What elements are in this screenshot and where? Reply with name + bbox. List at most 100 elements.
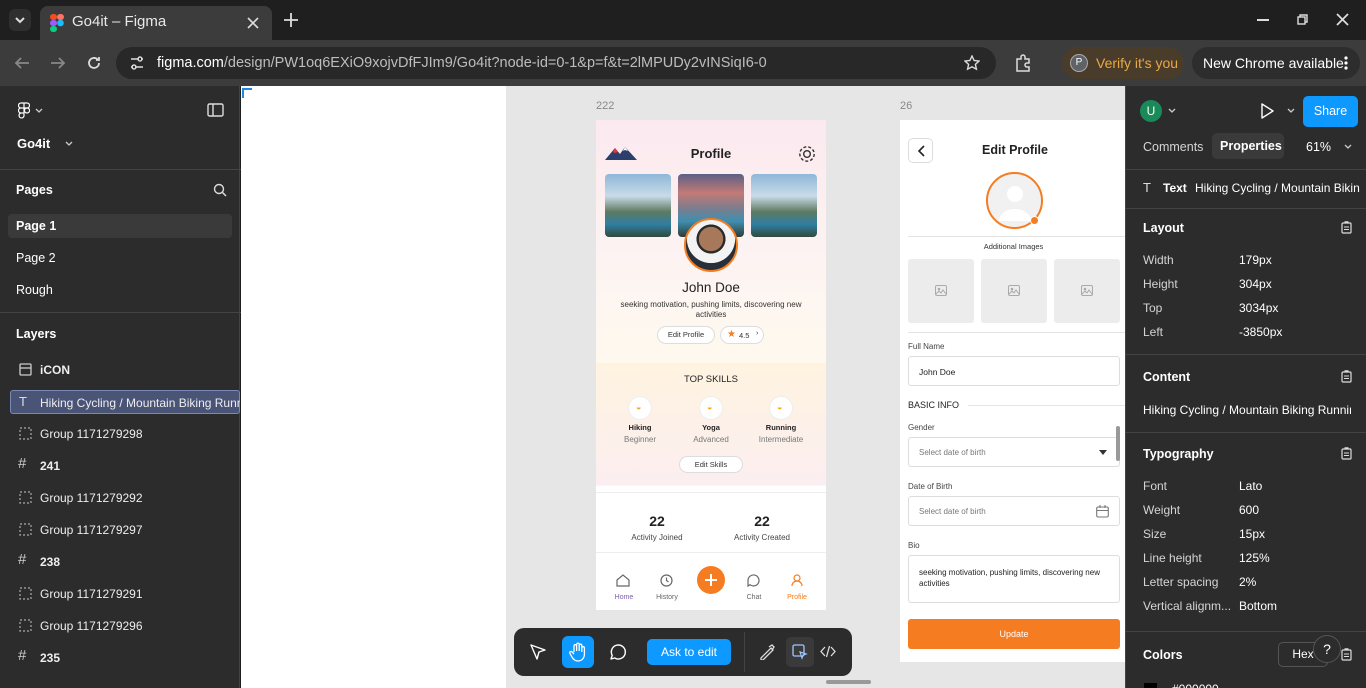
- layer-item[interactable]: # 235: [10, 646, 240, 670]
- copy-icon[interactable]: [1341, 370, 1352, 383]
- create-activity-button[interactable]: [697, 566, 725, 594]
- url-host: figma.com: [157, 55, 224, 71]
- help-button[interactable]: ?: [1313, 635, 1341, 663]
- prop-value: 3034px: [1239, 301, 1279, 315]
- image-slot[interactable]: [1054, 259, 1120, 323]
- image-slot[interactable]: [981, 259, 1047, 323]
- layer-item[interactable]: Group 1171279296: [10, 614, 240, 638]
- divider: [1126, 208, 1366, 209]
- tab-properties[interactable]: Properties: [1212, 133, 1284, 159]
- draw-tool-icon[interactable]: [759, 644, 776, 660]
- layer-item[interactable]: Group 1171279292: [10, 486, 240, 510]
- copy-icon[interactable]: [1341, 221, 1352, 234]
- verify-identity-chip[interactable]: P Verify it's you: [1062, 47, 1184, 79]
- tab-search-button[interactable]: [9, 9, 31, 31]
- search-icon[interactable]: [213, 183, 227, 197]
- edit-skills-button[interactable]: Edit Skills: [679, 456, 743, 473]
- profile-icon[interactable]: [791, 574, 803, 587]
- layer-item[interactable]: # 238: [10, 550, 240, 574]
- figma-menu-icon[interactable]: [18, 102, 30, 119]
- color-value[interactable]: #000000: [1172, 682, 1219, 688]
- gear-icon[interactable]: [797, 144, 817, 164]
- chevron-left-icon: [917, 145, 925, 157]
- edit-profile-screen[interactable]: Edit Profile Additional Images Full Name…: [900, 120, 1125, 662]
- dev-mode-icon[interactable]: [820, 645, 836, 658]
- layer-item[interactable]: Group 1171279291: [10, 582, 240, 606]
- history-icon[interactable]: [660, 574, 673, 587]
- minimize-icon[interactable]: [1257, 19, 1269, 21]
- vertical-scrollbar[interactable]: [1116, 426, 1120, 461]
- dob-placeholder: Select date of birth: [919, 507, 986, 516]
- frame-label[interactable]: 26: [900, 100, 912, 112]
- ask-to-edit-button[interactable]: Ask to edit: [647, 639, 731, 665]
- user-avatar[interactable]: U: [1140, 100, 1162, 122]
- divider: [744, 632, 745, 672]
- copy-icon[interactable]: [1341, 447, 1352, 460]
- calendar-icon[interactable]: [1096, 505, 1109, 518]
- new-chrome-available-button[interactable]: New Chrome available: [1192, 47, 1360, 79]
- nav-profile-label[interactable]: Profile: [781, 594, 813, 601]
- page-item-rough[interactable]: Rough: [8, 278, 232, 302]
- chevron-down-icon[interactable]: [65, 141, 73, 147]
- chat-icon[interactable]: [747, 574, 760, 587]
- nav-home-label[interactable]: Home: [608, 594, 640, 601]
- chevron-down-icon[interactable]: [1168, 108, 1176, 114]
- avatar-placeholder[interactable]: [986, 172, 1043, 229]
- divider: [596, 492, 826, 493]
- back-button[interactable]: [908, 138, 933, 163]
- profile-screen[interactable]: Profile John Doe seeking motivation, pus…: [596, 120, 826, 610]
- new-tab-icon[interactable]: [284, 13, 298, 27]
- file-name[interactable]: Go4it: [17, 136, 50, 151]
- stat-label: Activity Created: [733, 533, 791, 542]
- dob-input[interactable]: Select date of birth: [908, 496, 1120, 526]
- zoom-level[interactable]: 61%: [1306, 140, 1331, 154]
- layer-item[interactable]: Group 1171279298: [10, 422, 240, 446]
- bio-textarea[interactable]: seeking motivation, pushing limits, disc…: [908, 555, 1120, 603]
- layer-item[interactable]: # 241: [10, 454, 240, 478]
- layer-item[interactable]: iCON: [10, 358, 240, 382]
- hand-tool-button[interactable]: [562, 636, 594, 668]
- horizontal-scrollbar[interactable]: [826, 680, 871, 684]
- page-label: Rough: [16, 283, 53, 297]
- restore-icon[interactable]: [1297, 14, 1308, 25]
- address-bar[interactable]: figma.com/design/PW1oq6EXiO9xojvDfFJIm9/…: [116, 47, 996, 79]
- layer-item-selected[interactable]: T Hiking Cycling / Mountain Biking Runni…: [10, 390, 240, 414]
- full-name-input[interactable]: John Doe: [908, 356, 1120, 386]
- comment-tool-icon[interactable]: [609, 643, 627, 661]
- page-item-page-2[interactable]: Page 2: [8, 246, 232, 270]
- update-button[interactable]: Update: [908, 619, 1120, 649]
- home-icon[interactable]: [616, 574, 630, 587]
- nav-chat-label[interactable]: Chat: [738, 594, 770, 601]
- frame-label[interactable]: 222: [596, 100, 614, 112]
- design-canvas[interactable]: 222 26 Profile John Doe seeking motivati…: [241, 86, 1125, 688]
- gender-select[interactable]: Select date of birth: [908, 437, 1120, 467]
- chevron-down-icon[interactable]: [1287, 108, 1295, 114]
- close-window-icon[interactable]: [1336, 13, 1349, 26]
- edit-profile-button[interactable]: Edit Profile: [657, 326, 715, 344]
- copy-icon[interactable]: [1341, 648, 1352, 661]
- chevron-down-icon[interactable]: [1344, 144, 1352, 150]
- chevron-down-icon: [35, 108, 43, 113]
- rating-chip[interactable]: ★ 4.5 ›: [720, 326, 764, 344]
- more-menu-icon[interactable]: [1344, 56, 1348, 70]
- gender-placeholder: Select date of birth: [919, 448, 986, 457]
- nav-history-label[interactable]: History: [651, 594, 683, 601]
- extensions-icon[interactable]: [1014, 54, 1032, 72]
- sidebar-toggle-icon[interactable]: [207, 103, 224, 117]
- design-mode-button[interactable]: [786, 637, 814, 667]
- selection-type: Text: [1163, 181, 1187, 195]
- browser-tab[interactable]: Go4it – Figma: [40, 6, 272, 40]
- forward-icon[interactable]: [50, 55, 66, 71]
- back-icon[interactable]: [14, 55, 30, 71]
- close-tab-icon[interactable]: [247, 17, 259, 29]
- image-slot[interactable]: [908, 259, 974, 323]
- present-play-icon[interactable]: [1260, 103, 1274, 119]
- layer-item[interactable]: Group 1171279297: [10, 518, 240, 542]
- share-button[interactable]: Share: [1303, 96, 1358, 127]
- move-tool-icon[interactable]: [530, 644, 546, 661]
- site-info-icon[interactable]: [129, 55, 145, 71]
- bookmark-star-icon[interactable]: [964, 55, 980, 71]
- reload-icon[interactable]: [86, 55, 102, 71]
- tab-comments[interactable]: Comments: [1143, 140, 1203, 154]
- page-item-page-1[interactable]: Page 1: [8, 214, 232, 238]
